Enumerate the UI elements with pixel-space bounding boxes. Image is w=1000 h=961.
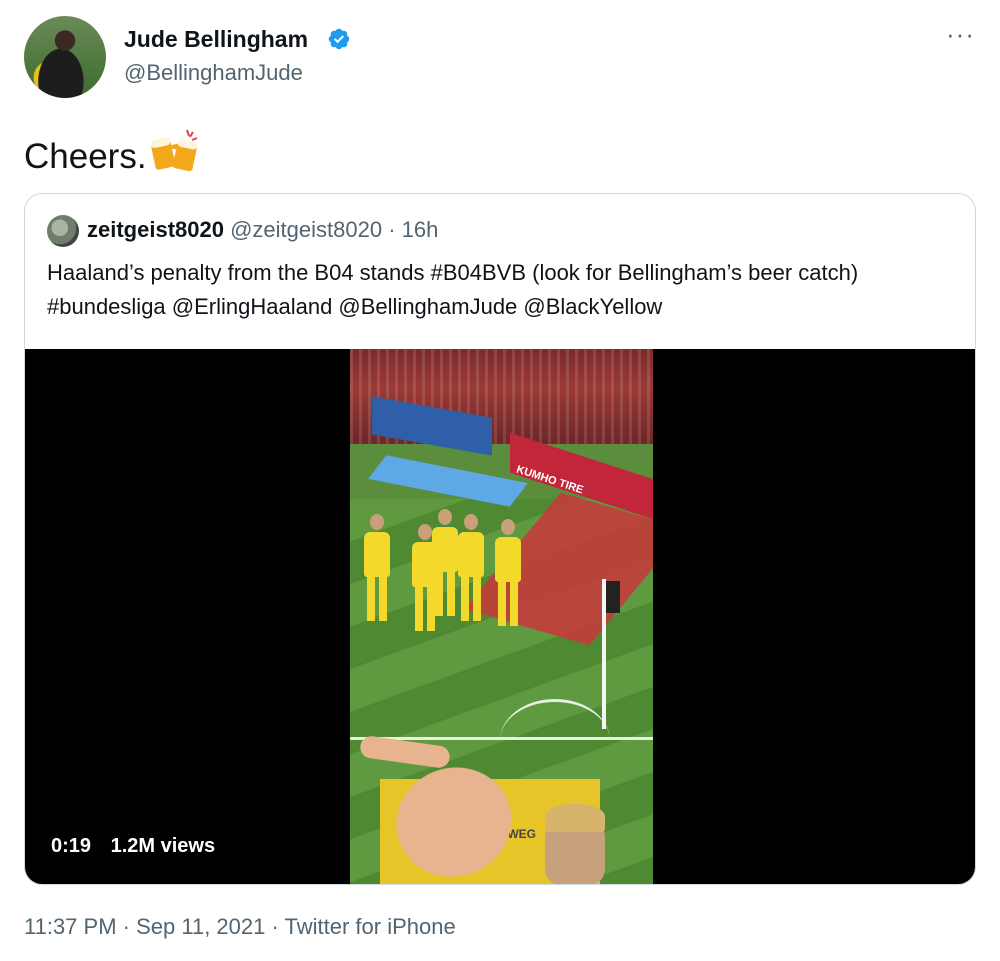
video-duration: 0:19: [51, 835, 92, 857]
quoted-separator: ·: [388, 217, 396, 242]
quoted-text: Haaland’s penalty from the B04 stands #B…: [47, 260, 859, 319]
corner-flag: [606, 581, 620, 613]
tweet-footer: 11:37 PM · Sep 11, 2021 · Twitter for iP…: [24, 914, 456, 940]
quoted-name[interactable]: zeitgeist8020: [87, 217, 224, 242]
player: [432, 509, 458, 619]
footer-separator: ·: [265, 914, 285, 939]
quoted-avatar[interactable]: [47, 215, 79, 247]
tweet-body: Cheers.: [24, 137, 147, 176]
quoted-handle[interactable]: @zeitgeist8020: [230, 217, 382, 242]
verified-badge-icon: [328, 28, 350, 50]
quoted-header: zeitgeist8020 @zeitgeist8020 · 16h: [87, 217, 438, 243]
tweet-date[interactable]: Sep 11, 2021: [136, 914, 265, 939]
tweet-time[interactable]: 11:37 PM: [24, 914, 117, 939]
author-name[interactable]: Jude Bellingham: [124, 26, 308, 53]
video-stats: 0:19 1.2M views: [51, 835, 229, 858]
corner-arc: [500, 699, 610, 782]
player: [458, 514, 484, 624]
beer-mugs-icon: [150, 129, 197, 172]
author-handle[interactable]: @BellinghamJude: [124, 60, 303, 86]
video-frame: KUMHO TIRE TWEG: [350, 349, 653, 884]
author-avatar[interactable]: [24, 16, 106, 98]
player: [495, 519, 521, 629]
spectator-head: [545, 804, 605, 884]
tweet-text: Cheers.: [24, 128, 201, 179]
footer-separator: ·: [116, 914, 137, 939]
quoted-time[interactable]: 16h: [402, 217, 439, 242]
quoted-tweet[interactable]: zeitgeist8020 @zeitgeist8020 · 16h Haala…: [24, 193, 976, 885]
video-views: 1.2M views: [110, 835, 216, 857]
player: [364, 514, 390, 624]
more-options-icon[interactable]: ···: [946, 21, 975, 47]
tweet-source[interactable]: Twitter for iPhone: [285, 914, 456, 939]
video-player[interactable]: KUMHO TIRE TWEG 0:19 1.2M views: [25, 349, 975, 884]
